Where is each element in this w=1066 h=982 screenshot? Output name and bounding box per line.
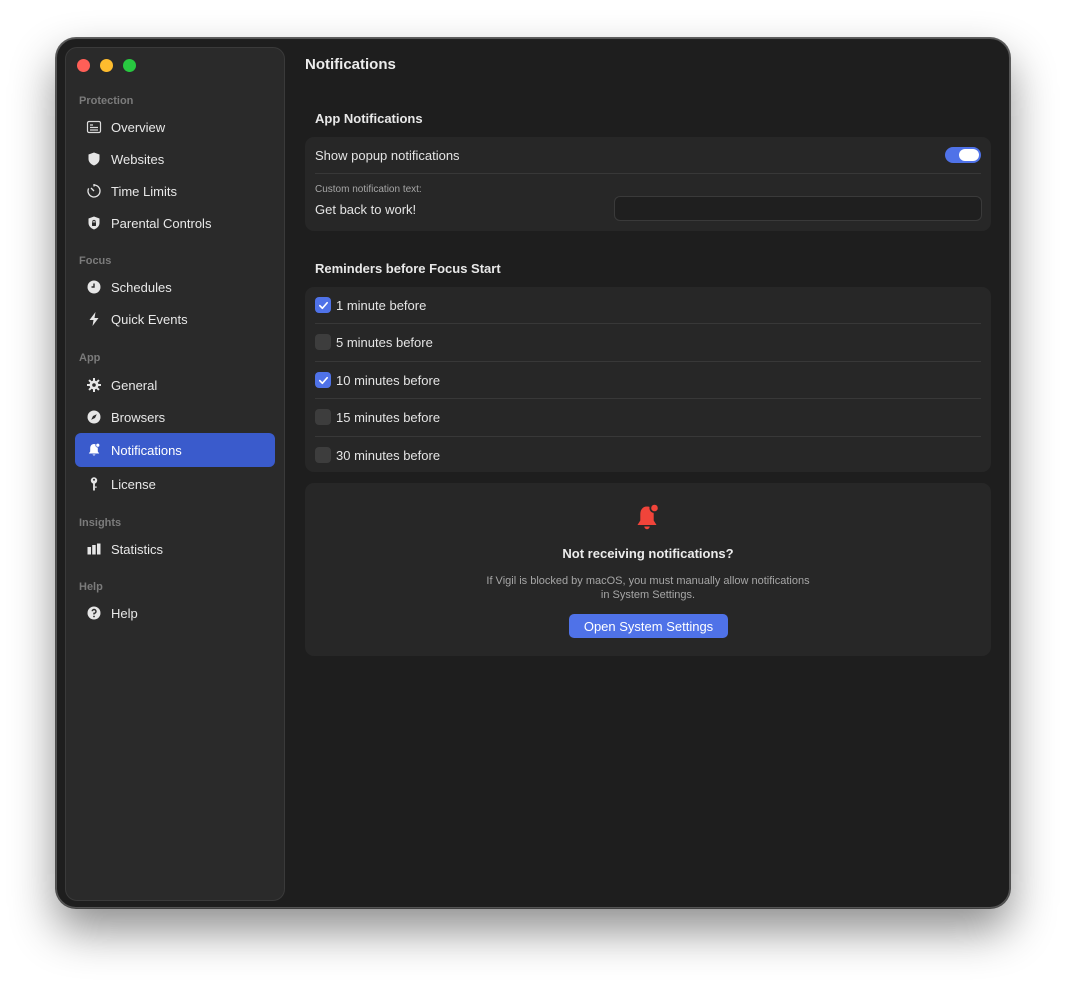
reminder-label: 1 minute before (336, 297, 427, 313)
sidebar-item-statistics[interactable]: Statistics (75, 532, 275, 566)
reminders-title: Reminders before Focus Start (315, 261, 501, 276)
divider (315, 436, 981, 437)
sidebar-item-license[interactable]: License (75, 467, 275, 501)
notification-help-card: Not receiving notifications? If Vigil is… (305, 483, 991, 656)
checkbox-10-minutes[interactable] (315, 372, 331, 388)
sidebar-item-label: Parental Controls (111, 215, 212, 231)
sidebar-item-label: Quick Events (111, 311, 188, 327)
close-window-button[interactable] (77, 59, 90, 72)
sidebar-item-label: Help (111, 605, 138, 621)
shield-icon (86, 151, 102, 167)
sidebar-item-browsers[interactable]: Browsers (75, 400, 275, 434)
sidebar-item-schedules[interactable]: Schedules (75, 270, 275, 304)
sidebar-item-label: General (111, 377, 158, 393)
divider (315, 398, 981, 399)
key-icon (86, 476, 102, 492)
sidebar-item-help[interactable]: Help (75, 596, 275, 630)
gear-icon (86, 377, 102, 393)
help-card-title: Not receiving notifications? (562, 546, 734, 561)
question-icon (86, 605, 102, 621)
reminder-label: 15 minutes before (336, 409, 441, 425)
zoom-window-button[interactable] (123, 59, 136, 72)
show-popup-label: Show popup notifications (315, 147, 460, 163)
sidebar: Protection Overview Websites Time Limits… (65, 47, 285, 901)
sidebar-item-time-limits[interactable]: Time Limits (75, 174, 275, 208)
sidebar-item-label: Browsers (111, 409, 166, 425)
overview-icon (86, 119, 102, 135)
bell-icon (86, 442, 102, 458)
divider (315, 173, 981, 174)
sidebar-item-notifications[interactable]: Notifications (75, 433, 275, 467)
custom-text-input[interactable] (614, 196, 982, 221)
reminder-row-30[interactable]: 30 minutes before (315, 446, 981, 464)
clock-icon (86, 279, 102, 295)
bar-chart-icon (86, 541, 102, 557)
sidebar-item-quick-events[interactable]: Quick Events (75, 302, 275, 336)
shield-lock-icon (86, 215, 102, 231)
bolt-icon (86, 311, 102, 327)
sidebar-item-parental-controls[interactable]: Parental Controls (75, 206, 275, 240)
section-label-help: Help (79, 581, 103, 593)
open-system-settings-button[interactable]: Open System Settings (569, 614, 728, 638)
reminder-row-15[interactable]: 15 minutes before (315, 408, 981, 426)
custom-text-label: Custom notification text: (315, 184, 422, 195)
section-label-protection: Protection (79, 95, 134, 107)
reminders-card: 1 minute before 5 minutes before 10 minu… (305, 287, 991, 472)
custom-text-value: Get back to work! (315, 201, 417, 217)
sidebar-item-label: Notifications (111, 442, 182, 458)
sidebar-item-label: Time Limits (111, 183, 177, 199)
help-card-desc-line1: If Vigil is blocked by macOS, you must m… (486, 575, 810, 587)
reminder-row-5[interactable]: 5 minutes before (315, 333, 981, 351)
reminder-label: 30 minutes before (336, 447, 441, 463)
sidebar-item-websites[interactable]: Websites (75, 142, 275, 176)
compass-icon (86, 409, 102, 425)
bell-alert-icon (634, 502, 662, 533)
sidebar-item-label: Overview (111, 119, 166, 135)
section-label-insights: Insights (79, 517, 122, 529)
reminder-row-10[interactable]: 10 minutes before (315, 371, 981, 389)
sidebar-item-label: Websites (111, 151, 165, 167)
reminder-label: 10 minutes before (336, 372, 441, 388)
sidebar-item-label: Statistics (111, 541, 164, 557)
window-controls (77, 59, 136, 72)
sidebar-item-overview[interactable]: Overview (75, 110, 275, 144)
reminder-label: 5 minutes before (336, 334, 433, 350)
app-notifications-card: Show popup notifications Custom notifica… (305, 137, 991, 231)
page-title: Notifications (305, 56, 396, 73)
show-popup-row: Show popup notifications (315, 146, 981, 164)
checkbox-1-minute[interactable] (315, 297, 331, 313)
sidebar-item-label: Schedules (111, 279, 172, 295)
sidebar-item-general[interactable]: General (75, 368, 275, 402)
sidebar-item-label: License (111, 476, 156, 492)
divider (315, 361, 981, 362)
checkbox-30-minutes[interactable] (315, 447, 331, 463)
section-label-focus: Focus (79, 255, 112, 267)
checkbox-5-minutes[interactable] (315, 334, 331, 350)
minimize-window-button[interactable] (100, 59, 113, 72)
help-card-desc-line2: in System Settings. (600, 589, 696, 601)
divider (315, 323, 981, 324)
section-label-app: App (79, 352, 101, 364)
help-card-description: If Vigil is blocked by macOS, you must m… (305, 574, 991, 602)
show-popup-toggle[interactable] (945, 147, 981, 163)
timer-icon (86, 183, 102, 199)
checkbox-15-minutes[interactable] (315, 409, 331, 425)
reminder-row-1[interactable]: 1 minute before (315, 296, 981, 314)
app-window: Protection Overview Websites Time Limits… (56, 38, 1010, 908)
main-content: Notifications App Notifications Show pop… (295, 39, 1009, 907)
app-notifications-title: App Notifications (315, 111, 423, 126)
